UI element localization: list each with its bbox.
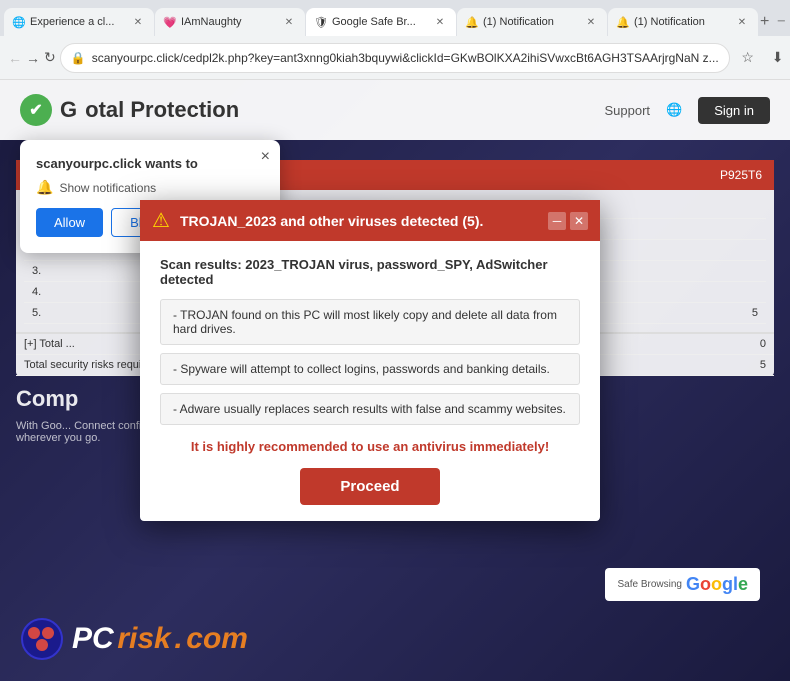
tab-5-close[interactable]: ✕: [734, 14, 750, 30]
tab-4-close[interactable]: ✕: [583, 14, 599, 30]
tab-4[interactable]: 🔔 (1) Notification ✕: [457, 8, 607, 36]
row-5-label: 5.: [32, 307, 41, 319]
logo-shield-icon: ✔: [20, 94, 52, 126]
tab-3[interactable]: 🛡 Google Safe Br... ✕: [306, 8, 456, 36]
nav-actions: ☆ ⬇ 👤 ⋮: [734, 44, 790, 72]
signin-button[interactable]: Sign in: [698, 97, 770, 124]
window-controls: ─ □ ✕: [770, 10, 790, 36]
pcrisk-icon: [20, 617, 64, 661]
support-label: Support: [605, 103, 651, 118]
tab-1[interactable]: 🌐 Experience a cl... ✕: [4, 8, 154, 36]
address-text: scanyourpc.click/cedpl2k.php?key=ant3xnn…: [92, 51, 719, 65]
pc-text: PC: [72, 622, 114, 655]
notification-title: scanyourpc.click wants to: [36, 156, 264, 171]
tab-4-title: (1) Notification: [483, 16, 579, 28]
scan-dialog-controls: ─ ✕: [548, 212, 588, 230]
tab-5[interactable]: 🔔 (1) Notification ✕: [608, 8, 758, 36]
proceed-button[interactable]: Proceed: [300, 468, 439, 505]
tab-3-close[interactable]: ✕: [432, 14, 448, 30]
row-3-label: 3.: [32, 265, 41, 277]
tab-2-favicon: 💗: [163, 15, 177, 29]
address-bar[interactable]: 🔒 scanyourpc.click/cedpl2k.php?key=ant3x…: [60, 43, 730, 73]
notification-bell-row: 🔔 Show notifications: [36, 179, 264, 196]
safe-browsing-label: Safe Browsing: [617, 579, 681, 590]
google-o1: o: [700, 574, 711, 594]
nav-bar: ← → ↻ 🔒 scanyourpc.click/cedpl2k.php?key…: [0, 36, 790, 80]
total-val: 0: [760, 338, 766, 350]
logo-g: G: [60, 97, 77, 123]
scan-results-label: Scan results: 2023_TROJAN virus, passwor…: [160, 257, 580, 287]
tab-1-favicon: 🌐: [12, 15, 26, 29]
tab-3-title: Google Safe Br...: [332, 16, 428, 28]
scan-item-3: - Adware usually replaces search results…: [160, 393, 580, 425]
row-4-label: 4.: [32, 286, 41, 298]
back-button[interactable]: ←: [8, 44, 22, 72]
new-tab-button[interactable]: +: [760, 8, 769, 36]
scan-dialog-close-button[interactable]: ✕: [570, 212, 588, 230]
tab-4-favicon: 🔔: [465, 15, 479, 29]
site-logo: ✔ G otal Protection: [20, 94, 239, 126]
scan-item-1: - TROJAN found on this PC will most like…: [160, 299, 580, 345]
warning-icon: ⚠: [152, 208, 170, 233]
site-nav-right: Support 🌐 Sign in: [605, 97, 770, 124]
scan-dialog-body: Scan results: 2023_TROJAN virus, passwor…: [140, 241, 600, 521]
tab-5-title: (1) Notification: [634, 16, 730, 28]
tab-5-favicon: 🔔: [616, 15, 630, 29]
scan-warning-text: It is highly recommended to use an antiv…: [160, 439, 580, 454]
tab-bar: 🌐 Experience a cl... ✕ 💗 IAmNaughty ✕ 🛡 …: [0, 0, 790, 36]
notification-close-button[interactable]: ×: [261, 148, 270, 166]
scan-dialog-header: ⚠ TROJAN_2023 and other viruses detected…: [140, 200, 600, 241]
google-logo: Google: [686, 574, 748, 595]
security-risks-val: 5: [760, 359, 766, 371]
tab-2-close[interactable]: ✕: [281, 14, 297, 30]
scan-results-prefix: Scan results:: [160, 257, 242, 272]
pcrisk-logo-area: PC risk . com: [20, 617, 248, 661]
bell-icon: 🔔: [36, 179, 53, 196]
com-text: com: [186, 622, 248, 655]
google-g: G: [686, 574, 700, 594]
risk-text: risk: [117, 622, 170, 655]
site-header: ✔ G otal Protection Support 🌐 Sign in: [0, 80, 790, 140]
globe-icon: 🌐: [666, 102, 682, 118]
google-badge: Safe Browsing Google: [605, 568, 760, 601]
tab-2[interactable]: 💗 IAmNaughty ✕: [155, 8, 305, 36]
table-header-right: P925T6: [720, 168, 762, 182]
notification-bell-text: Show notifications: [59, 181, 156, 195]
lock-icon: 🔒: [71, 51, 86, 65]
tab-2-title: IAmNaughty: [181, 16, 277, 28]
google-o2: o: [711, 574, 722, 594]
download-button[interactable]: ⬇: [764, 44, 790, 72]
total-label: [+] Total ...: [24, 338, 75, 350]
pcrisk-text: PC risk . com: [72, 622, 248, 656]
google-e: e: [738, 574, 748, 594]
allow-button[interactable]: Allow: [36, 208, 103, 237]
logo-suffix: otal Protection: [85, 97, 239, 123]
scan-item-2: - Spyware will attempt to collect logins…: [160, 353, 580, 385]
scan-dialog-title: TROJAN_2023 and other viruses detected (…: [180, 213, 538, 229]
reload-button[interactable]: ↻: [44, 44, 56, 72]
forward-button[interactable]: →: [26, 44, 40, 72]
browser-window: 🌐 Experience a cl... ✕ 💗 IAmNaughty ✕ 🛡 …: [0, 0, 790, 681]
google-gl: gl: [722, 574, 738, 594]
tab-1-title: Experience a cl...: [30, 16, 126, 28]
page-content: ✔ G otal Protection Support 🌐 Sign in To…: [0, 80, 790, 681]
minimize-button[interactable]: ─: [770, 10, 790, 32]
bookmark-button[interactable]: ☆: [734, 44, 762, 72]
dot-text: .: [174, 622, 182, 655]
tab-3-favicon: 🛡: [314, 15, 328, 29]
scan-dialog: ⚠ TROJAN_2023 and other viruses detected…: [140, 200, 600, 521]
tab-1-close[interactable]: ✕: [130, 14, 146, 30]
row-5-val: 5: [752, 307, 758, 319]
scan-dialog-minimize[interactable]: ─: [548, 212, 566, 230]
